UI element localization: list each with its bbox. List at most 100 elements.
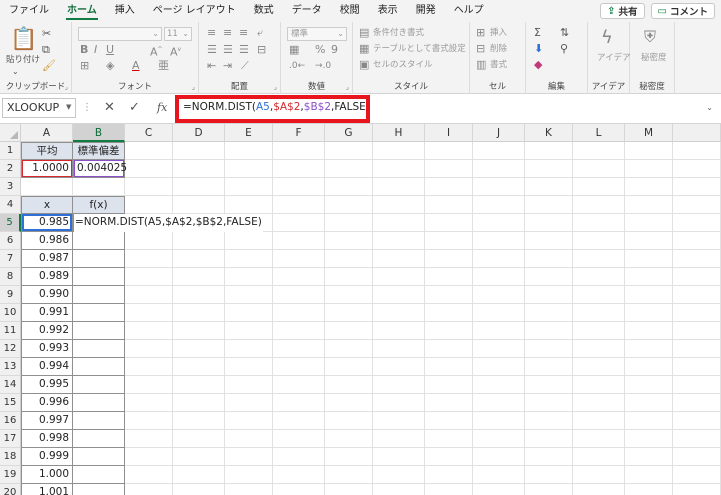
cell[interactable] xyxy=(225,196,273,214)
cell[interactable] xyxy=(373,412,425,430)
cell[interactable] xyxy=(125,268,173,286)
format-as-table-button[interactable]: テーブルとして書式設定 xyxy=(373,43,466,55)
cell[interactable] xyxy=(525,286,573,304)
cell[interactable] xyxy=(673,322,721,340)
cell[interactable] xyxy=(173,322,225,340)
cell-x-value[interactable]: 0.995 xyxy=(21,376,73,394)
format-as-table-icon[interactable]: ▦ xyxy=(359,43,369,55)
cell[interactable] xyxy=(273,142,325,160)
cell-fx-value[interactable] xyxy=(73,268,125,286)
cell[interactable] xyxy=(673,376,721,394)
cell[interactable] xyxy=(325,466,373,484)
cell[interactable] xyxy=(473,412,525,430)
column-header-d[interactable]: D xyxy=(173,124,225,142)
cell[interactable] xyxy=(525,178,573,196)
cell[interactable] xyxy=(273,394,325,412)
cell[interactable] xyxy=(425,412,473,430)
cell[interactable] xyxy=(173,358,225,376)
cell[interactable] xyxy=(125,304,173,322)
cell[interactable] xyxy=(425,358,473,376)
row-header-8[interactable]: 8 xyxy=(0,268,21,286)
clipboard-launcher-icon[interactable]: ⌟ xyxy=(65,83,68,91)
merge-cells-icon[interactable]: ⊟ xyxy=(257,44,266,56)
cell[interactable] xyxy=(473,286,525,304)
cell[interactable] xyxy=(273,214,325,232)
cell[interactable] xyxy=(373,430,425,448)
cell[interactable] xyxy=(225,160,273,178)
cell[interactable] xyxy=(525,394,573,412)
cell[interactable] xyxy=(173,376,225,394)
cell-b4-fx-header[interactable]: f(x) xyxy=(73,196,125,214)
increase-indent-icon[interactable]: ⇥ xyxy=(223,60,232,72)
cell-b2-stddev-value[interactable]: 0.004025 xyxy=(73,160,127,178)
align-middle-icon[interactable]: ≡ xyxy=(223,27,232,39)
row-header-10[interactable]: 10 xyxy=(0,304,21,322)
column-header-i[interactable]: I xyxy=(425,124,473,142)
cell-a1-mean-header[interactable]: 平均 xyxy=(21,142,73,160)
cell[interactable] xyxy=(273,430,325,448)
cell[interactable] xyxy=(425,250,473,268)
cell[interactable] xyxy=(125,340,173,358)
cell[interactable] xyxy=(625,340,673,358)
row-header-19[interactable]: 19 xyxy=(0,466,21,484)
cell-fx-value[interactable] xyxy=(73,340,125,358)
cell[interactable] xyxy=(573,376,625,394)
cell[interactable] xyxy=(625,196,673,214)
cell[interactable] xyxy=(125,178,173,196)
number-format-combo[interactable]: 標準 ⌄ xyxy=(287,27,347,41)
cell[interactable] xyxy=(125,232,173,250)
align-bottom-icon[interactable]: ≡ xyxy=(239,27,248,39)
cell[interactable] xyxy=(325,304,373,322)
row-header-17[interactable]: 17 xyxy=(0,430,21,448)
align-right-icon[interactable]: ☰ xyxy=(239,44,249,56)
sort-filter-icon[interactable]: ⇅ xyxy=(560,27,569,39)
cell[interactable] xyxy=(625,376,673,394)
cell[interactable] xyxy=(673,250,721,268)
cell[interactable] xyxy=(325,232,373,250)
cell[interactable] xyxy=(373,196,425,214)
cell[interactable] xyxy=(125,430,173,448)
cell[interactable] xyxy=(173,340,225,358)
cell[interactable] xyxy=(573,358,625,376)
cell[interactable] xyxy=(625,178,673,196)
cell[interactable] xyxy=(673,484,721,495)
cell[interactable] xyxy=(173,466,225,484)
column-header-l[interactable]: L xyxy=(573,124,625,142)
cell[interactable] xyxy=(473,466,525,484)
ideas-icon[interactable]: ϟ xyxy=(601,28,613,48)
shrink-font-icon[interactable]: Av xyxy=(170,44,181,59)
cell[interactable] xyxy=(125,160,173,178)
cell[interactable] xyxy=(273,376,325,394)
cell[interactable] xyxy=(125,286,173,304)
column-header-m[interactable]: M xyxy=(625,124,673,142)
cell[interactable] xyxy=(473,322,525,340)
cell[interactable] xyxy=(673,232,721,250)
cell[interactable] xyxy=(473,196,525,214)
find-select-icon[interactable]: ⚲ xyxy=(560,43,568,55)
font-color-icon[interactable]: A xyxy=(132,60,140,72)
cell[interactable] xyxy=(673,142,721,160)
cell-x-value[interactable]: 0.997 xyxy=(21,412,73,430)
cell[interactable] xyxy=(225,394,273,412)
cell-x-value[interactable]: 0.993 xyxy=(21,340,73,358)
cell[interactable] xyxy=(173,430,225,448)
cell[interactable] xyxy=(473,394,525,412)
cell[interactable] xyxy=(673,214,721,232)
cell[interactable] xyxy=(573,214,625,232)
expand-formula-bar-icon[interactable]: ⌄ xyxy=(706,103,713,112)
cell[interactable] xyxy=(625,412,673,430)
cell[interactable] xyxy=(125,448,173,466)
cell[interactable] xyxy=(525,448,573,466)
row-header-13[interactable]: 13 xyxy=(0,358,21,376)
cell[interactable] xyxy=(225,340,273,358)
tab-developer[interactable]: 開発 xyxy=(407,0,445,22)
cell-fx-value[interactable] xyxy=(73,304,125,322)
decrease-decimal-icon[interactable]: →.0 xyxy=(315,60,331,72)
cell[interactable] xyxy=(573,340,625,358)
cell[interactable] xyxy=(473,304,525,322)
paste-dropdown-icon[interactable]: ⌄ xyxy=(12,66,19,78)
font-name-combo[interactable]: ⌄ xyxy=(78,27,162,41)
cell[interactable] xyxy=(625,394,673,412)
underline-icon[interactable]: U xyxy=(106,44,114,56)
cell-fx-value[interactable] xyxy=(73,412,125,430)
